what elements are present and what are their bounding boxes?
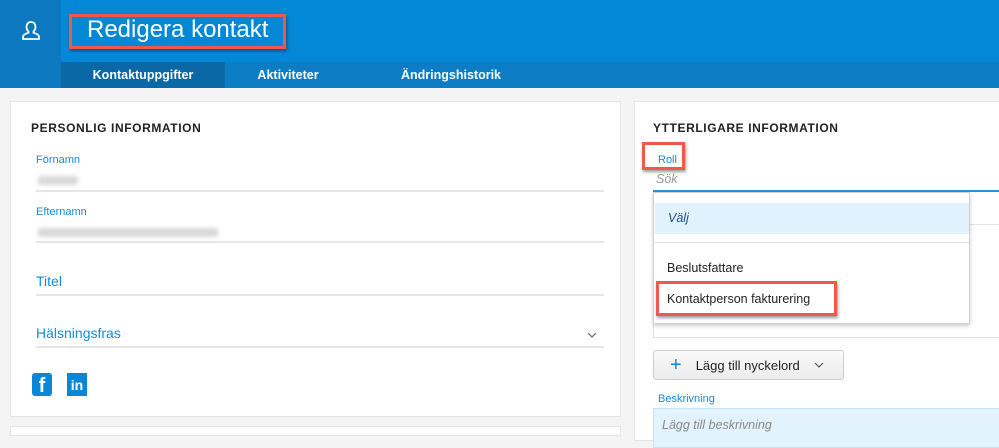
contact-icon-column — [0, 0, 61, 88]
description-input[interactable]: Lägg till beskrivning — [653, 408, 999, 448]
title-field-label[interactable]: Titel — [36, 273, 62, 289]
plus-icon: + — [670, 354, 682, 376]
option-label: Välj — [668, 211, 689, 225]
first-name-field[interactable] — [36, 190, 604, 192]
section-heading: YTTERLIGARE INFORMATION — [653, 121, 839, 135]
facebook-icon[interactable]: f — [32, 373, 52, 397]
last-name-label: Efternamn — [36, 206, 87, 218]
last-name-value[interactable] — [38, 228, 218, 237]
add-keyword-button[interactable]: + Lägg till nyckelord — [653, 350, 844, 380]
first-name-value[interactable] — [38, 176, 78, 185]
greeting-field[interactable] — [36, 346, 604, 348]
add-keyword-label: Lägg till nyckelord — [695, 357, 800, 373]
tab-bar: Kontaktuppgifter Aktiviteter Ändringshis… — [61, 62, 999, 88]
contact-person-icon — [21, 21, 40, 40]
section-heading: PERSONLIG INFORMATION — [31, 121, 202, 135]
tab-andringshistorik[interactable]: Ändringshistorik — [351, 62, 551, 88]
first-name-label: Förnamn — [36, 154, 81, 166]
role-search-input[interactable]: Sök — [656, 172, 678, 186]
personal-info-card: PERSONLIG INFORMATION Förnamn Efternamn … — [10, 101, 621, 417]
chevron-down-icon[interactable] — [587, 332, 597, 339]
tab-kontaktuppgifter[interactable]: Kontaktuppgifter — [61, 62, 225, 88]
annotation-box-title — [69, 14, 286, 49]
linkedin-icon[interactable]: in — [67, 373, 87, 396]
annotation-box-option — [656, 281, 837, 316]
annotation-box-role — [642, 142, 685, 170]
tab-aktiviteter[interactable]: Aktiviteter — [225, 62, 351, 88]
dropdown-divider — [655, 242, 969, 243]
title-field[interactable] — [36, 294, 604, 296]
dropdown-option-valj[interactable]: Välj — [655, 203, 969, 234]
greeting-field-label[interactable]: Hälsningsfras — [36, 325, 121, 341]
chevron-down-icon — [814, 362, 824, 368]
last-name-field[interactable] — [36, 241, 604, 243]
next-card — [10, 426, 621, 436]
dropdown-option-beslutsfattare[interactable]: Beslutsfattare — [667, 261, 743, 275]
description-label: Beskrivning — [658, 393, 715, 405]
